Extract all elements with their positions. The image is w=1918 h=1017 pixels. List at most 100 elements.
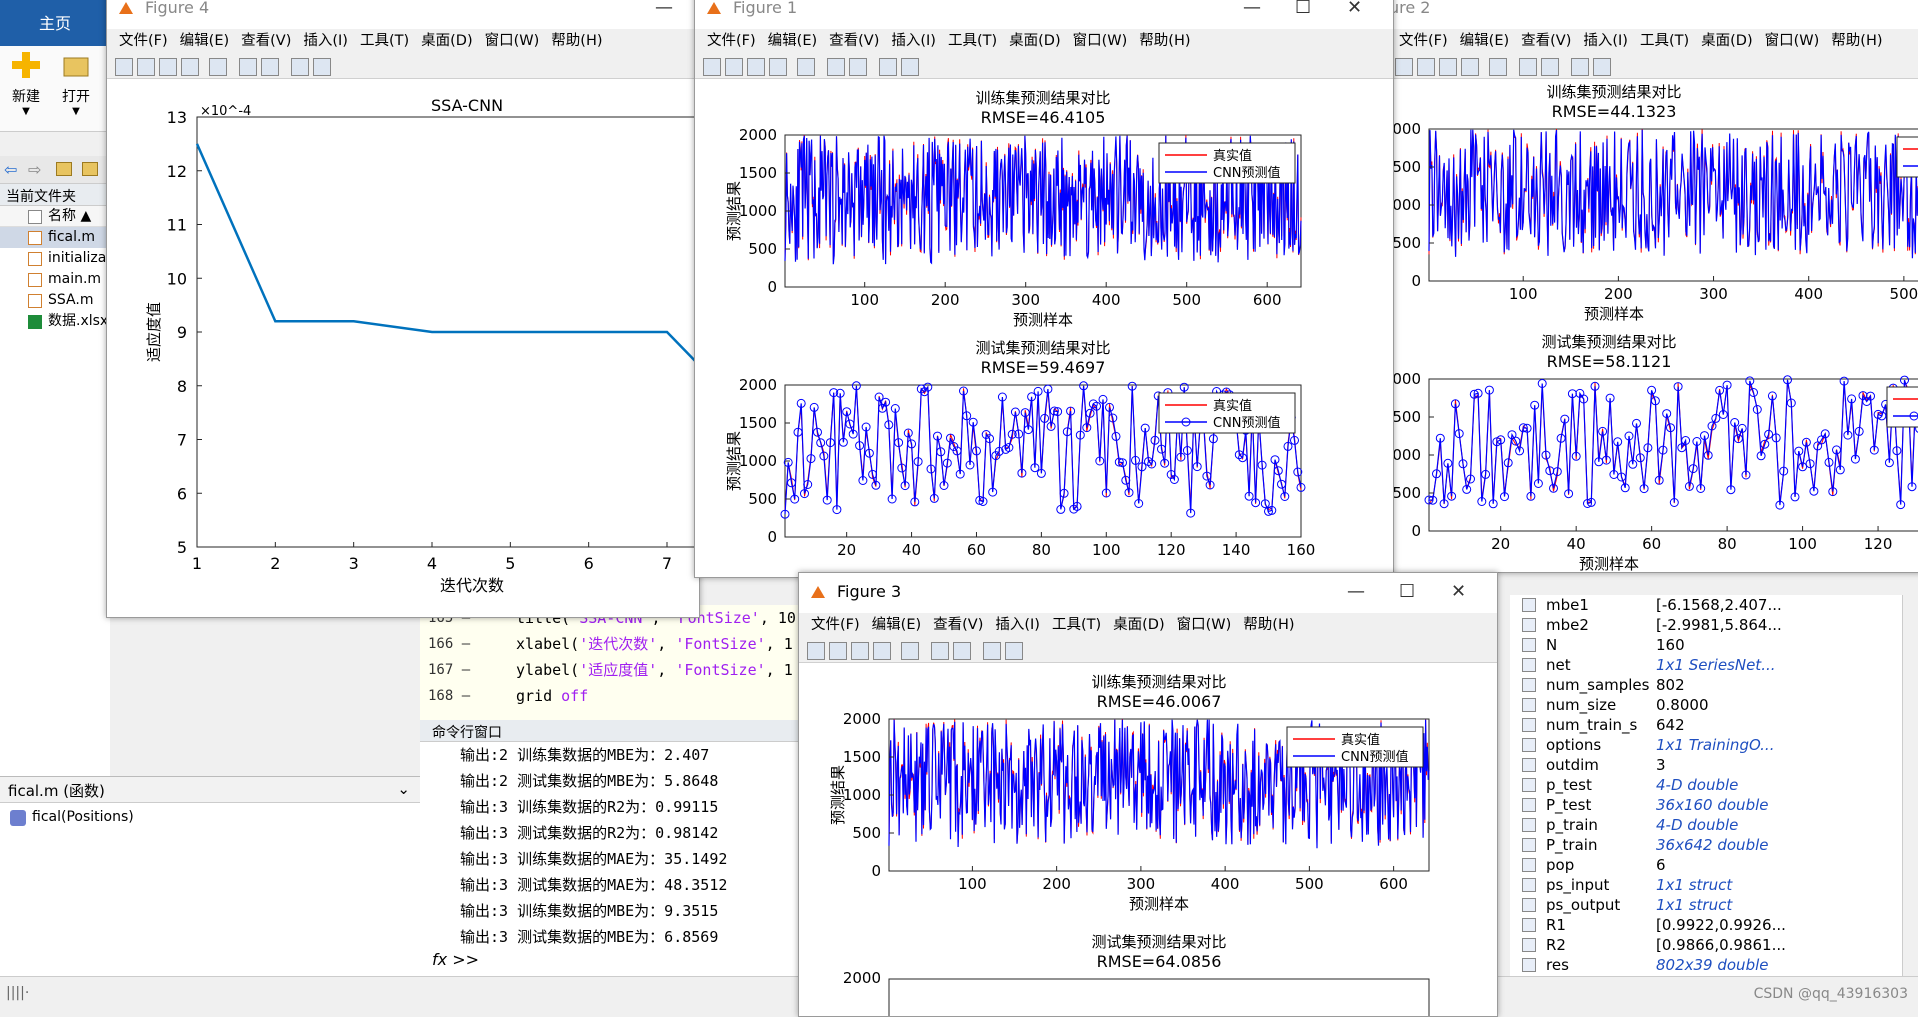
menu-item[interactable]: 窗口(W) bbox=[1073, 29, 1128, 53]
open-file-icon[interactable] bbox=[725, 58, 743, 76]
legend-icon[interactable] bbox=[261, 58, 279, 76]
menu-item[interactable]: 窗口(W) bbox=[1177, 613, 1232, 637]
menu-item[interactable]: 文件(F) bbox=[119, 29, 168, 53]
colorbar-icon[interactable] bbox=[931, 642, 949, 660]
legend-icon[interactable] bbox=[849, 58, 867, 76]
editor[interactable]: 165 — title('SSA-CNN', 'FontSize', 10) 16… bbox=[420, 605, 805, 720]
menu-item[interactable]: 文件(F) bbox=[1399, 29, 1448, 53]
pointer-icon[interactable] bbox=[291, 58, 309, 76]
new-file-icon[interactable] bbox=[703, 58, 721, 76]
chevron-down-icon[interactable]: ▼ bbox=[56, 106, 96, 117]
chevron-down-icon[interactable]: ⌄ bbox=[397, 780, 410, 798]
workspace-variable[interactable]: res 802x39 double bbox=[1510, 955, 1918, 975]
pointer-icon[interactable] bbox=[879, 58, 897, 76]
menu-item[interactable]: 查看(V) bbox=[241, 29, 291, 53]
file-item[interactable]: SSA.m bbox=[0, 290, 110, 311]
figure-window-4[interactable]: Figure 4 — 文件(F) 编辑(E) 查看(V) 插入(I) 工具(T) 桌面(D… bbox=[106, 0, 700, 618]
new-file-icon[interactable] bbox=[807, 642, 825, 660]
home-tab[interactable]: 主页 bbox=[0, 0, 110, 46]
save-icon[interactable] bbox=[159, 58, 177, 76]
workspace-scrollbar[interactable] bbox=[1902, 595, 1918, 976]
menu-item[interactable]: 桌面(D) bbox=[421, 29, 472, 53]
property-inspector-icon[interactable] bbox=[313, 58, 331, 76]
minimize-button[interactable]: — bbox=[655, 0, 673, 18]
menu-item[interactable]: 查看(V) bbox=[1521, 29, 1571, 53]
code-line[interactable]: 166 — xlabel('迭代次数', 'FontSize', 1 bbox=[420, 631, 800, 657]
menu-item[interactable]: 桌面(D) bbox=[1701, 29, 1752, 53]
file-item[interactable]: initializa bbox=[0, 248, 110, 269]
workspace-variable[interactable]: P_test 36x160 double bbox=[1510, 795, 1918, 815]
close-button[interactable]: ✕ bbox=[1451, 581, 1466, 602]
menu-item[interactable]: 编辑(E) bbox=[768, 29, 817, 53]
command-prompt[interactable]: fx >> bbox=[420, 950, 800, 976]
colorbar-icon[interactable] bbox=[827, 58, 845, 76]
file-item[interactable]: 数据.xlsx bbox=[0, 311, 110, 332]
menu-item[interactable]: 插入(I) bbox=[303, 29, 348, 53]
menu-item[interactable]: 编辑(E) bbox=[872, 613, 921, 637]
workspace-variable[interactable]: R1 [0.9922,0.9926... bbox=[1510, 915, 1918, 935]
save-icon[interactable] bbox=[747, 58, 765, 76]
workspace-variable[interactable]: ps_output 1x1 struct bbox=[1510, 895, 1918, 915]
pointer-icon[interactable] bbox=[1571, 58, 1589, 76]
legend-icon[interactable] bbox=[953, 642, 971, 660]
menu-item[interactable]: 编辑(E) bbox=[1460, 29, 1509, 53]
menu-item[interactable]: 工具(T) bbox=[1640, 29, 1689, 53]
open-button[interactable]: 打开 ▼ bbox=[56, 52, 96, 117]
workspace-variable[interactable]: outdim 3 bbox=[1510, 755, 1918, 775]
menu-item[interactable]: 窗口(W) bbox=[485, 29, 540, 53]
menu-item[interactable]: 桌面(D) bbox=[1009, 29, 1060, 53]
menu-item[interactable]: 文件(F) bbox=[811, 613, 860, 637]
menu-item[interactable]: 帮助(H) bbox=[1831, 29, 1882, 53]
maximize-button[interactable]: ☐ bbox=[1399, 581, 1415, 602]
figure-titlebar[interactable]: Figure 1 — ☐ ✕ bbox=[695, 0, 1393, 29]
open-file-icon[interactable] bbox=[1417, 58, 1435, 76]
workspace-variable[interactable]: num_train_s 642 bbox=[1510, 715, 1918, 735]
menu-item[interactable]: 桌面(D) bbox=[1113, 613, 1164, 637]
workspace-variable[interactable]: num_samples 802 bbox=[1510, 675, 1918, 695]
chevron-down-icon[interactable]: ▼ bbox=[6, 106, 46, 117]
menu-item[interactable]: 查看(V) bbox=[933, 613, 983, 637]
menu-item[interactable]: 插入(I) bbox=[995, 613, 1040, 637]
print-icon[interactable] bbox=[181, 58, 199, 76]
property-inspector-icon[interactable] bbox=[901, 58, 919, 76]
back-icon[interactable]: ⇦ bbox=[4, 160, 17, 179]
property-inspector-icon[interactable] bbox=[1005, 642, 1023, 660]
figure-window-1[interactable]: Figure 1 — ☐ ✕ 文件(F) 编辑(E) 查看(V) 插入(I) 工具(T)… bbox=[694, 0, 1394, 578]
minimize-button[interactable]: — bbox=[1347, 581, 1365, 602]
link-icon[interactable] bbox=[797, 58, 815, 76]
command-window[interactable]: 输出:2 训练集数据的MBE为：2.407 输出:2 测试集数据的MBE为：5.… bbox=[420, 742, 800, 976]
save-icon[interactable] bbox=[851, 642, 869, 660]
code-line[interactable]: 167 — ylabel('适应度值', 'FontSize', 1 bbox=[420, 657, 800, 683]
workspace-variable[interactable]: mbe2 [-2.9981,5.864... bbox=[1510, 615, 1918, 635]
workspace-variable[interactable]: net 1x1 SeriesNet... bbox=[1510, 655, 1918, 675]
workspace-variable[interactable]: mbe1 [-6.1568,2.407... bbox=[1510, 595, 1918, 615]
minimize-button[interactable]: — bbox=[1243, 0, 1261, 18]
menu-item[interactable]: 工具(T) bbox=[360, 29, 409, 53]
open-file-icon[interactable] bbox=[137, 58, 155, 76]
figure-titlebar[interactable]: Figure 4 — bbox=[107, 0, 699, 29]
new-button[interactable]: 新建 ▼ bbox=[6, 52, 46, 117]
menu-item[interactable]: 窗口(W) bbox=[1765, 29, 1820, 53]
open-file-icon[interactable] bbox=[829, 642, 847, 660]
menu-item[interactable]: 插入(I) bbox=[1583, 29, 1628, 53]
menu-item[interactable]: 帮助(H) bbox=[551, 29, 602, 53]
legend-icon[interactable] bbox=[1541, 58, 1559, 76]
browse-folder-icon[interactable] bbox=[82, 162, 98, 176]
link-icon[interactable] bbox=[901, 642, 919, 660]
colorbar-icon[interactable] bbox=[1519, 58, 1537, 76]
menu-item[interactable]: 文件(F) bbox=[707, 29, 756, 53]
workspace-variable[interactable]: ps_input 1x1 struct bbox=[1510, 875, 1918, 895]
new-file-icon[interactable] bbox=[1395, 58, 1413, 76]
menu-item[interactable]: 插入(I) bbox=[891, 29, 936, 53]
workspace-variable[interactable]: N 160 bbox=[1510, 635, 1918, 655]
link-icon[interactable] bbox=[1489, 58, 1507, 76]
pointer-icon[interactable] bbox=[983, 642, 1001, 660]
menu-item[interactable]: 帮助(H) bbox=[1139, 29, 1190, 53]
print-icon[interactable] bbox=[769, 58, 787, 76]
workspace-variable[interactable]: num_size 0.8000 bbox=[1510, 695, 1918, 715]
workspace-variable[interactable]: p_test 4-D double bbox=[1510, 775, 1918, 795]
menu-item[interactable]: 帮助(H) bbox=[1243, 613, 1294, 637]
menu-item[interactable]: 编辑(E) bbox=[180, 29, 229, 53]
workspace-variable[interactable]: options 1x1 TrainingO... bbox=[1510, 735, 1918, 755]
menu-item[interactable]: 查看(V) bbox=[829, 29, 879, 53]
